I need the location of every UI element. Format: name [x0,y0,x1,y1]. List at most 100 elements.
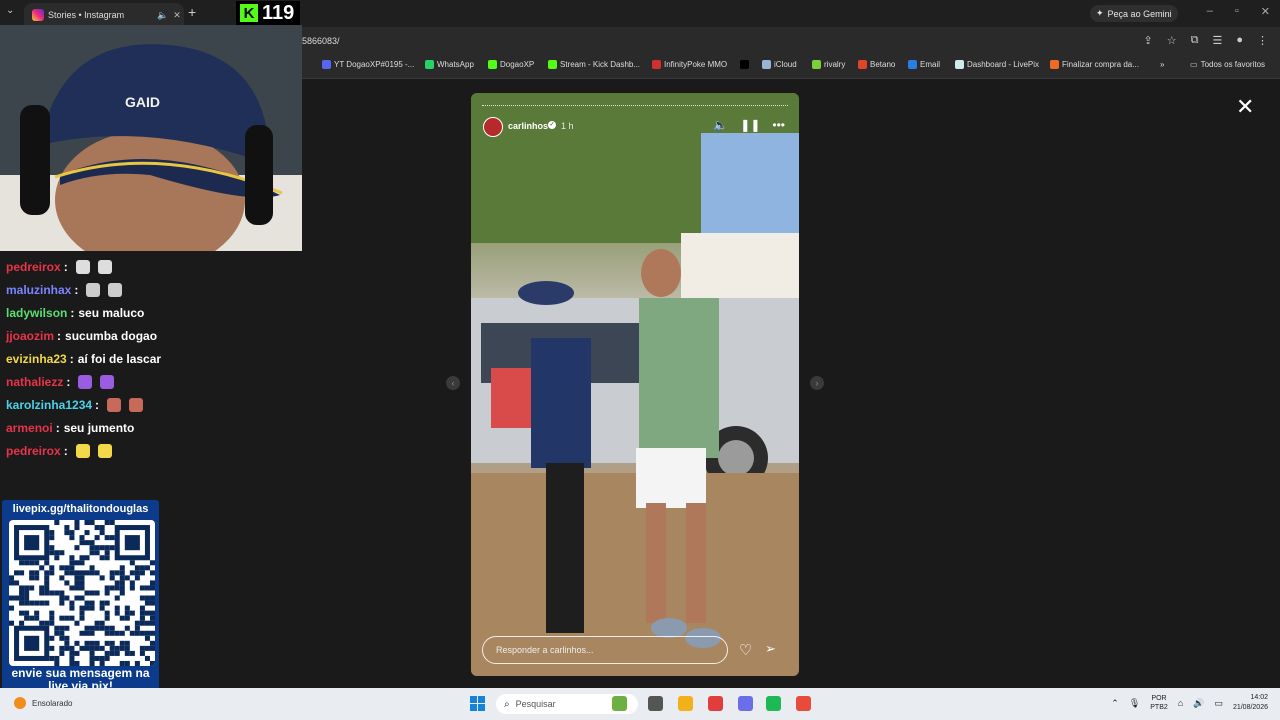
menu-icon[interactable]: ⋮ [1257,34,1268,47]
taskbar-app-icon[interactable] [738,696,753,711]
tab-close-icon[interactable]: ✕ [170,10,184,21]
sun-icon [14,697,26,709]
instagram-icon [32,9,44,21]
bookmark-label: Email [920,60,941,69]
mute-icon[interactable]: 🔈 [713,118,728,132]
story-avatar[interactable] [483,117,503,137]
tab-search-icon[interactable]: ☰ [1212,34,1222,47]
chat-separator: : [95,397,100,412]
extensions-icon[interactable]: ⧉ [1191,34,1199,47]
close-story-button[interactable]: ✕ [1236,94,1254,120]
story-media[interactable]: carlinhos ✓ 1 h 🔈 ❚❚ ••• Responder a car… [471,93,799,676]
bookmark-favicon-icon [322,60,331,69]
profile-avatar[interactable]: ● [1236,34,1243,47]
language-indicator[interactable]: POR PTB2 [1150,694,1168,712]
taskbar-app-icon[interactable] [678,696,693,711]
webcam-feed: GAID [0,25,302,251]
chat-separator: : [74,282,79,297]
chat-emote-icon [108,282,123,297]
bookmark-item[interactable]: Stream - Kick Dashb... [548,60,640,69]
taskbar-app-icon[interactable] [648,696,663,711]
microphone-icon[interactable]: 🎙 [1129,698,1140,709]
taskbar-app-icon[interactable] [766,696,781,711]
chat-emote-icon [97,259,112,274]
tab-audio-icon[interactable]: 🔈 [156,10,170,21]
bookmark-item[interactable]: Finalizar compra da... [1050,60,1139,69]
maximize-icon[interactable]: ▫ [1235,5,1239,18]
ask-gemini-button[interactable]: ✦ Peça ao Gemini [1090,5,1178,22]
chat-separator: : [66,374,71,389]
chat-emote-icon [86,282,101,297]
minimize-icon[interactable]: – [1207,5,1213,18]
bookmark-item[interactable]: InfinityPoke MMO [652,60,727,69]
story-username[interactable]: carlinhos [508,121,548,131]
tab-instagram-stories[interactable]: Stories • Instagram 🔈 ✕ [24,3,184,27]
like-heart-icon[interactable]: ♡ [739,641,752,659]
start-button[interactable] [470,696,485,711]
bookmark-label: rivalry [824,60,846,69]
tab-list-chevron-icon[interactable]: ⌄ [6,5,14,16]
weather-widget[interactable]: Ensolarado [14,697,72,709]
taskbar-app-icon[interactable] [796,696,811,711]
lang-code: POR [1151,695,1167,702]
new-tab-button[interactable]: + [188,4,196,20]
chat-text: aí foi de lascar [77,351,162,366]
bookmark-item[interactable]: rivalry [812,60,845,69]
bookmark-item[interactable]: Betano [858,60,895,69]
clock[interactable]: 14:02 21/08/2026 [1233,693,1268,713]
kick-logo-icon: K [240,4,258,22]
chat-separator: : [63,443,68,458]
chat-username: ladywilson [6,305,68,320]
tab-title: Stories • Instagram [48,10,125,20]
install-app-icon[interactable]: ⇪ [1144,34,1153,47]
chat-separator: : [63,259,68,274]
chat-emote-icon [100,374,115,389]
chat-emote-icon [75,259,90,274]
story-photo [471,93,799,676]
network-icon[interactable]: ⌂ [1178,698,1183,708]
story-progress-bar [482,105,788,108]
window-close-icon[interactable]: ✕ [1261,5,1270,18]
keyboard-layout: PTB2 [1150,704,1168,711]
bookmark-item[interactable]: DogaoXP [488,60,534,69]
chat-username: maluzinhax [6,282,72,297]
chat-message: armenoi: seu jumento [0,416,302,439]
chat-message: ladywilson: seu maluco [0,301,302,324]
bookmark-favicon-icon [425,60,434,69]
bookmark-favicon-icon [740,60,749,69]
bookmark-item[interactable]: WhatsApp [425,60,474,69]
bookmark-favicon-icon [488,60,497,69]
reply-input[interactable]: Responder a carlinhos... [482,636,728,664]
bookmark-item[interactable]: iCloud [762,60,797,69]
bookmark-label: Stream - Kick Dashb... [560,60,641,69]
chat-message: evizinha23: aí foi de lascar [0,347,302,370]
bookmark-item[interactable]: YT DogaoXP#0195 -... [322,60,414,69]
volume-icon[interactable]: 🔊 [1193,698,1204,709]
gemini-icon: ✦ [1096,8,1104,18]
bookmarks-overflow-button[interactable]: » [1160,60,1164,69]
taskbar-app-icon[interactable] [612,696,627,711]
chat-emote-icon [75,443,90,458]
tray-chevron-icon[interactable]: ⌃ [1111,698,1119,709]
chat-username: pedreirox [6,259,61,274]
bookmark-star-icon[interactable]: ☆ [1167,34,1177,47]
battery-icon[interactable]: ▭ [1214,698,1223,709]
bookmark-label: Dashboard - LivePix [967,60,1040,69]
bookmark-label: DogaoXP [500,60,535,69]
bookmark-item[interactable]: Email [908,60,940,69]
chat-separator: : [69,351,74,366]
chat-username: nathaliezz [6,374,64,389]
pause-icon[interactable]: ❚❚ [740,118,760,132]
bookmark-item[interactable] [740,60,752,69]
more-options-icon[interactable]: ••• [772,118,785,132]
next-story-button[interactable]: › [810,376,824,390]
chat-username: armenoi [6,420,53,435]
send-icon[interactable]: ➢ [765,641,776,657]
folder-icon: ▭ [1190,60,1198,69]
bookmark-item[interactable]: Dashboard - LivePix [955,60,1039,69]
previous-story-button[interactable]: ‹ [446,376,460,390]
url-input[interactable]: 5866083/ [302,36,340,46]
taskbar-app-icon[interactable] [708,696,723,711]
chat-message: pedreirox: [0,439,302,462]
all-favorites-folder[interactable]: ▭ Todos os favoritos [1190,60,1265,69]
